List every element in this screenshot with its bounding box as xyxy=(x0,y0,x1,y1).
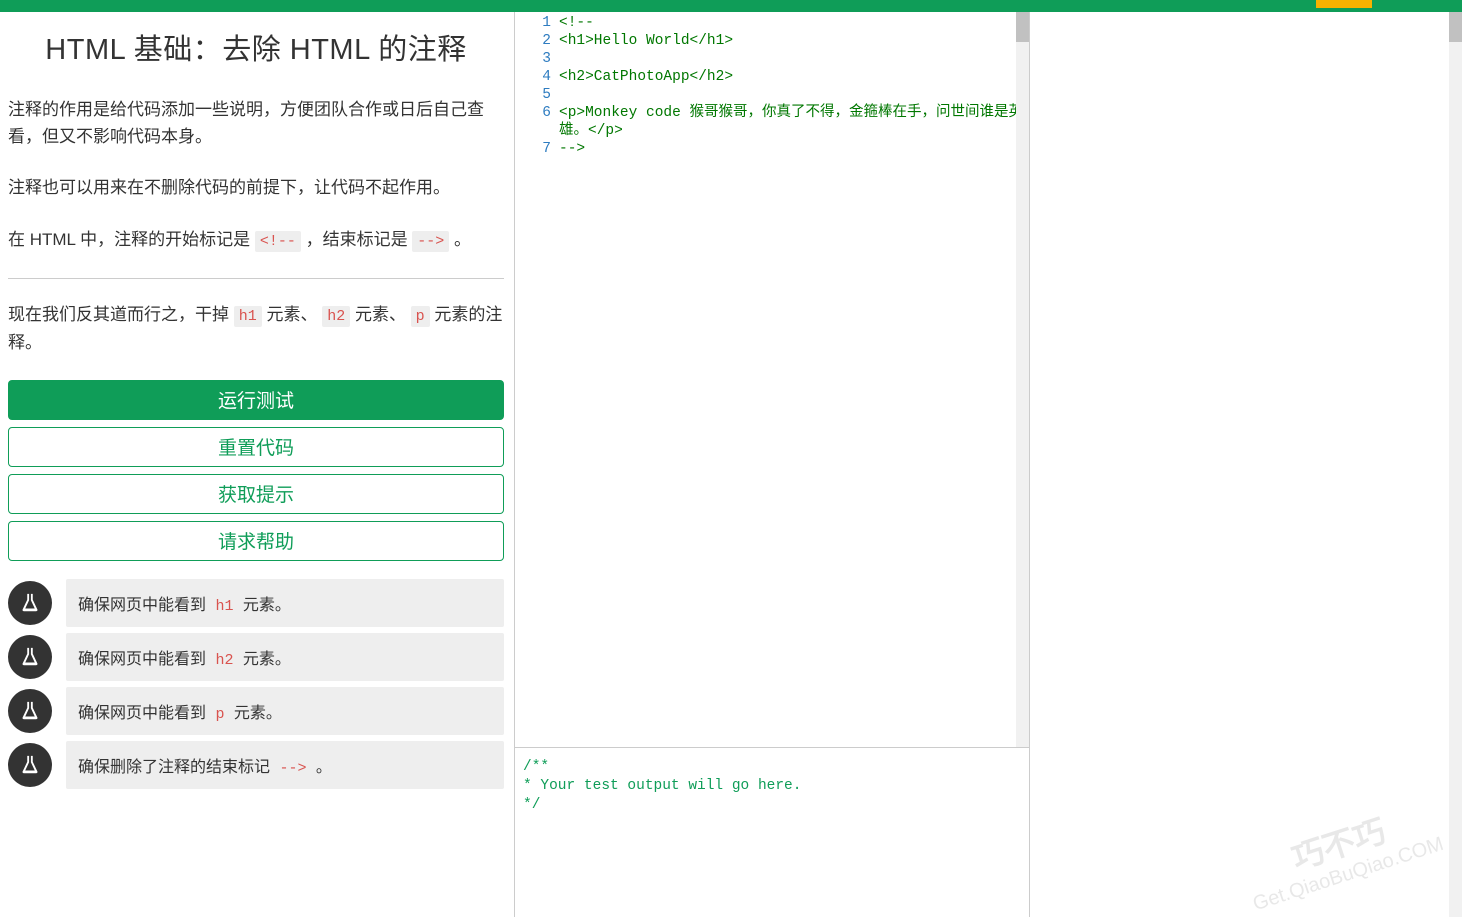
test-item: 确保网页中能看到 h2 元素。 xyxy=(8,633,504,681)
editor-scrollbar[interactable] xyxy=(1016,12,1029,747)
ask-help-button[interactable]: 请求帮助 xyxy=(8,521,504,561)
watermark-line1: 巧不巧 xyxy=(1238,795,1439,893)
test-item: 确保网页中能看到 h1 元素。 xyxy=(8,579,504,627)
code-h2: h2 xyxy=(322,306,350,327)
lesson-paragraph-3: 在 HTML 中，注释的开始标记是 <!-- ，结束标记是 --> 。 xyxy=(8,226,504,254)
topbar-button[interactable] xyxy=(1316,0,1372,8)
test-text: 确保网页中能看到 h2 元素。 xyxy=(66,633,504,681)
code-editor[interactable]: 123456 7 <!--<h1>Hello World</h1><h2>Cat… xyxy=(515,12,1029,747)
text-fragment: 在 HTML 中，注释的开始标记是 xyxy=(8,230,255,249)
flask-icon xyxy=(8,635,52,679)
preview-scrollbar[interactable] xyxy=(1449,12,1462,917)
code-close-comment: --> xyxy=(412,231,449,252)
text-fragment: 。 xyxy=(449,230,471,249)
reset-code-button[interactable]: 重置代码 xyxy=(8,427,504,467)
lesson-paragraph-1: 注释的作用是给代码添加一些说明，方便团队合作或日后自己查看，但又不影响代码本身。 xyxy=(8,96,504,150)
lesson-task: 现在我们反其道而行之，干掉 h1 元素、 h2 元素、 p 元素的注释。 xyxy=(8,301,504,356)
code-p: p xyxy=(411,306,430,327)
test-output-pane: /** * Your test output will go here. */ xyxy=(515,747,1029,917)
flask-icon xyxy=(8,581,52,625)
text-fragment: 元素、 xyxy=(262,305,322,324)
test-text: 确保网页中能看到 h1 元素。 xyxy=(66,579,504,627)
lesson-paragraph-2: 注释也可以用来在不删除代码的前提下，让代码不起作用。 xyxy=(8,174,504,201)
divider xyxy=(8,278,504,279)
flask-icon xyxy=(8,743,52,787)
line-number-gutter: 123456 7 xyxy=(515,14,559,747)
test-item: 确保删除了注释的结束标记 --> 。 xyxy=(8,741,504,789)
flask-icon xyxy=(8,689,52,733)
test-list: 确保网页中能看到 h1 元素。确保网页中能看到 h2 元素。确保网页中能看到 p… xyxy=(8,579,504,789)
watermark-line2: Get.QiaoBuQiao.COM xyxy=(1250,832,1447,916)
instructions-panel: HTML 基础：去除 HTML 的注释 注释的作用是给代码添加一些说明，方便团队… xyxy=(0,12,514,917)
test-text: 确保删除了注释的结束标记 --> 。 xyxy=(66,741,504,789)
lesson-title: HTML 基础：去除 HTML 的注释 xyxy=(8,26,504,68)
editor-panel: 123456 7 <!--<h1>Hello World</h1><h2>Cat… xyxy=(514,12,1030,917)
text-fragment: 现在我们反其道而行之，干掉 xyxy=(8,305,234,324)
get-hint-button[interactable]: 获取提示 xyxy=(8,474,504,514)
text-fragment: ，结束标记是 xyxy=(301,230,412,249)
run-tests-button[interactable]: 运行测试 xyxy=(8,380,504,420)
test-text: 确保网页中能看到 p 元素。 xyxy=(66,687,504,735)
text-fragment: 元素、 xyxy=(350,305,410,324)
preview-panel: 巧不巧 Get.QiaoBuQiao.COM xyxy=(1030,12,1462,917)
code-content[interactable]: <!--<h1>Hello World</h1><h2>CatPhotoApp<… xyxy=(559,14,1029,747)
test-item: 确保网页中能看到 p 元素。 xyxy=(8,687,504,735)
code-h1: h1 xyxy=(234,306,262,327)
code-open-comment: <!-- xyxy=(255,231,301,252)
main-layout: HTML 基础：去除 HTML 的注释 注释的作用是给代码添加一些说明，方便团队… xyxy=(0,12,1462,917)
watermark: 巧不巧 Get.QiaoBuQiao.COM xyxy=(1238,795,1447,916)
top-navbar xyxy=(0,0,1462,12)
